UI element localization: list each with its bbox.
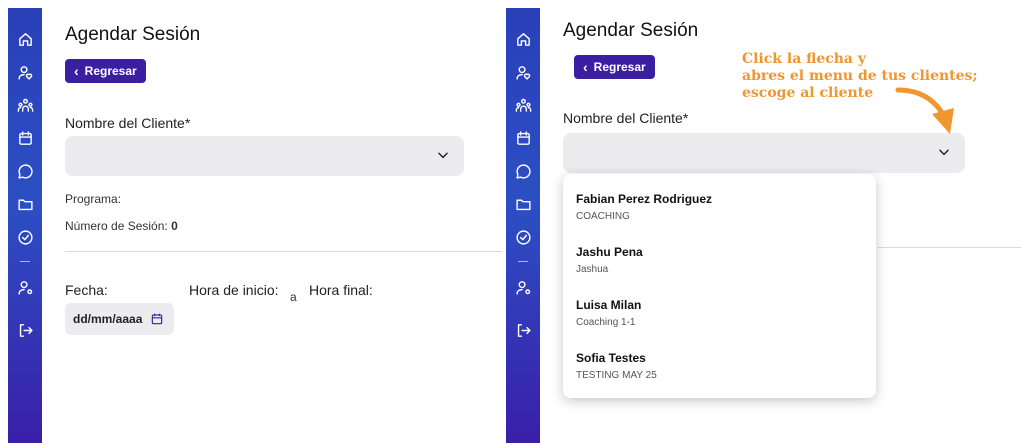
check-circle-icon[interactable] bbox=[514, 228, 532, 246]
calendar-icon[interactable] bbox=[16, 129, 34, 147]
chat-icon[interactable] bbox=[514, 162, 532, 180]
chat-icon[interactable] bbox=[16, 162, 34, 180]
client-option[interactable]: Sofia Testes TESTING MAY 25 bbox=[576, 351, 657, 381]
sidebar-divider bbox=[518, 261, 528, 262]
check-circle-icon[interactable] bbox=[16, 228, 34, 246]
sidebar bbox=[8, 8, 42, 443]
group-icon[interactable] bbox=[514, 96, 532, 114]
right-panel: Agendar Sesión ‹ Regresar Nombre del Cli… bbox=[540, 0, 1021, 443]
client-name: Jashu Pena bbox=[576, 245, 643, 259]
client-label: Nombre del Cliente* bbox=[563, 110, 689, 126]
chevron-left-icon: ‹ bbox=[74, 63, 79, 79]
group-icon[interactable] bbox=[16, 96, 34, 114]
divider bbox=[65, 251, 502, 252]
client-option[interactable]: Luisa Milan Coaching 1-1 bbox=[576, 298, 641, 328]
chevron-down-icon[interactable] bbox=[436, 148, 450, 162]
client-name: Luisa Milan bbox=[576, 298, 642, 312]
user-settings-icon[interactable] bbox=[514, 278, 532, 296]
folder-icon[interactable] bbox=[514, 195, 532, 213]
calendar-icon[interactable] bbox=[150, 312, 164, 326]
client-program: TESTING MAY 25 bbox=[576, 370, 657, 381]
date-placeholder: dd/mm/aaaa bbox=[73, 312, 143, 326]
page-title: Agendar Sesión bbox=[65, 24, 201, 45]
date-label: Fecha: bbox=[65, 282, 108, 298]
client-select[interactable] bbox=[65, 136, 464, 176]
user-settings-icon[interactable] bbox=[16, 278, 34, 296]
program-label: Programa: bbox=[65, 192, 122, 206]
annotation-line: Click la flecha y bbox=[742, 51, 867, 67]
sidebar bbox=[506, 8, 540, 443]
session-number-value: 0 bbox=[171, 219, 178, 233]
divider bbox=[878, 247, 1021, 248]
date-input[interactable]: dd/mm/aaaa bbox=[65, 303, 174, 335]
time-separator: a bbox=[290, 290, 297, 304]
start-time-label: Hora de inicio: bbox=[189, 282, 279, 298]
back-button-label: Regresar bbox=[593, 60, 646, 74]
calendar-icon[interactable] bbox=[514, 129, 532, 147]
client-option[interactable]: Jashu Pena Jashua bbox=[576, 245, 643, 275]
logout-icon[interactable] bbox=[514, 321, 532, 339]
user-heart-icon[interactable] bbox=[514, 63, 532, 81]
sidebar-divider bbox=[20, 261, 30, 262]
session-number-label: Número de Sesión: bbox=[65, 219, 168, 233]
client-dropdown-menu: Fabian Perez Rodriguez COACHING Jashu Pe… bbox=[563, 174, 876, 398]
user-heart-icon[interactable] bbox=[16, 63, 34, 81]
logout-icon[interactable] bbox=[16, 321, 34, 339]
session-number-row: Número de Sesión: 0 bbox=[65, 219, 178, 233]
home-icon[interactable] bbox=[514, 30, 532, 48]
client-name: Sofia Testes bbox=[576, 351, 646, 365]
chevron-left-icon: ‹ bbox=[583, 59, 588, 75]
chevron-down-icon[interactable] bbox=[937, 145, 951, 159]
client-program: COACHING bbox=[576, 211, 630, 222]
back-button[interactable]: ‹ Regresar bbox=[65, 59, 146, 83]
back-button-label: Regresar bbox=[84, 64, 137, 78]
client-program: Coaching 1-1 bbox=[576, 317, 636, 328]
page-title: Agendar Sesión bbox=[563, 20, 699, 41]
client-name: Fabian Perez Rodriguez bbox=[576, 192, 713, 206]
back-button[interactable]: ‹ Regresar bbox=[574, 55, 655, 79]
left-panel: Agendar Sesión ‹ Regresar Nombre del Cli… bbox=[42, 0, 502, 443]
annotation-arrow-icon bbox=[895, 87, 954, 134]
end-time-label: Hora final: bbox=[309, 282, 373, 298]
client-program: Jashua bbox=[576, 264, 609, 275]
folder-icon[interactable] bbox=[16, 195, 34, 213]
client-option[interactable]: Fabian Perez Rodriguez COACHING bbox=[576, 192, 712, 222]
annotation-line: abres el menu de tus clientes; bbox=[742, 68, 978, 84]
client-label: Nombre del Cliente* bbox=[65, 115, 191, 131]
home-icon[interactable] bbox=[16, 30, 34, 48]
